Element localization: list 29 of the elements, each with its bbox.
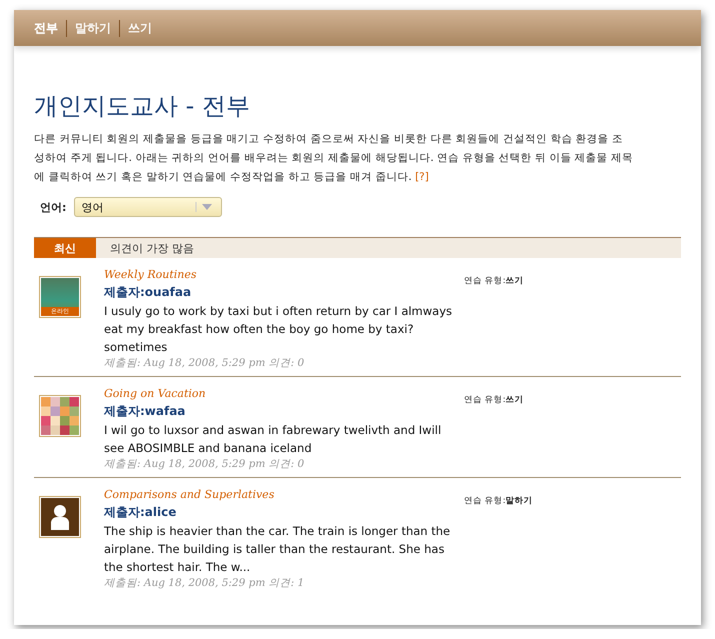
nav-link[interactable]: 쓰기 bbox=[119, 20, 160, 36]
submission-title-link[interactable]: Going on Vacation bbox=[104, 387, 464, 400]
submission-meta: 제출됨: Aug 18, 2008, 5:29 pm 의견: 0 bbox=[104, 457, 306, 471]
description-text: 다른 커뮤니티 회원의 제출물을 등급을 매기고 수정하여 줌으로써 자신을 비롯한 다른 회원들에 건설적인 학습 환경을 조성하여 주게 됩니다. 아래는 귀하의 언어를 배우려는 회원의 제출물에 해당됩니다. 연습 유형을 선택한 뒤 이들 제출물 제목에 클릭하여 쓰기 혹은 말하기 연습물에 수정작업을 하고 등급을 매겨 줍니다. [?] bbox=[34, 132, 634, 185]
submitter-name: 제출자:ouafaa bbox=[104, 284, 192, 301]
page-title: 개인지도교사 - 전부 bbox=[34, 91, 251, 122]
tab[interactable]: 최신 bbox=[34, 238, 96, 258]
submission-text: I usuly go to work by taxi but i often return by car I almways eat my breakfast how often the boy go home by taxi?sometimes bbox=[104, 303, 454, 356]
language-dropdown[interactable]: 영어 bbox=[74, 197, 222, 217]
help-link[interactable]: [?] bbox=[415, 171, 429, 183]
nav-link[interactable]: 말하기 bbox=[66, 20, 119, 36]
submitter-name: 제출자:alice bbox=[104, 504, 178, 521]
language-label: 언어: bbox=[40, 200, 66, 214]
avatar-picture[interactable] bbox=[39, 496, 81, 538]
submission-title-link[interactable]: Weekly Routines bbox=[104, 268, 464, 281]
submitter-name: 제출자:wafaa bbox=[104, 403, 186, 420]
exercise-type: 연습 유형:쓰기 bbox=[464, 276, 524, 286]
exercise-type: 연습 유형:말하기 bbox=[464, 496, 533, 506]
submission-meta: 제출됨: Aug 18, 2008, 5:29 pm 의견: 1 bbox=[104, 576, 306, 590]
submission-meta: 제출됨: Aug 18, 2008, 5:29 pm 의견: 0 bbox=[104, 356, 306, 370]
submission-text: I wil go to luxsor and aswan in fabrewary twelivth and Iwill see ABOSIMBLE and banana iceland bbox=[104, 422, 442, 457]
submission-title-link[interactable]: Comparisons and Superlatives bbox=[104, 488, 464, 501]
nav-link[interactable]: 전부 bbox=[34, 20, 66, 36]
submission-text: The ship is heavier than the car. The train is longer than the airplane. The building is taller than the restaurant. She has the shortest hair. The w... bbox=[104, 523, 452, 576]
avatar-picture[interactable] bbox=[39, 395, 81, 437]
checker-pattern-icon bbox=[41, 397, 79, 435]
tab[interactable]: 의견이 가장 많음 bbox=[96, 238, 208, 258]
person-silhouette-icon bbox=[41, 498, 79, 536]
exercise-type: 연습 유형:쓰기 bbox=[464, 395, 524, 405]
